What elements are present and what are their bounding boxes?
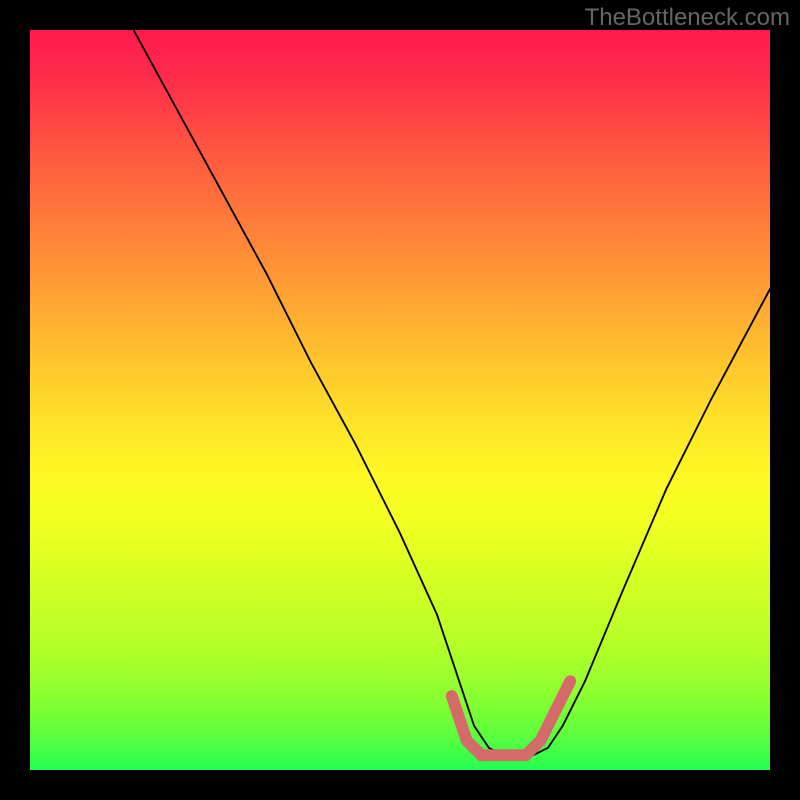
watermark-text: TheBottleneck.com (585, 4, 790, 32)
main-curve (134, 30, 770, 755)
chart-container: TheBottleneck.com (0, 0, 800, 800)
chart-svg (30, 30, 770, 770)
highlight-band (452, 681, 570, 755)
plot-area (30, 30, 770, 770)
